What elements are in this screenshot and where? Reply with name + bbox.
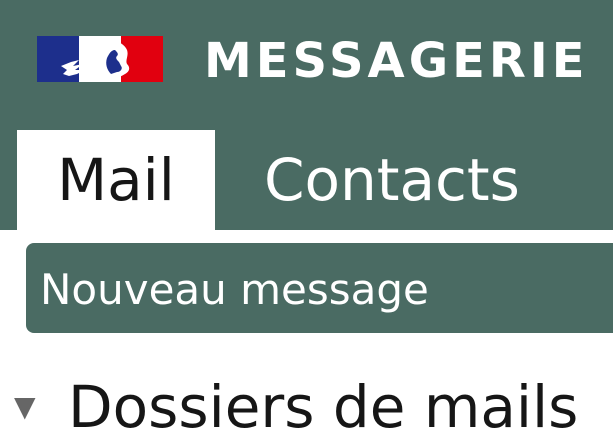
app-title: MESSAGERIE <box>204 33 589 89</box>
mail-folders-label: Dossiers de mails <box>68 373 579 441</box>
tab-contacts[interactable]: Contacts <box>264 130 520 230</box>
triangle-down-icon[interactable]: ▼ <box>14 372 64 442</box>
new-message-button[interactable]: Nouveau message <box>26 243 613 333</box>
mail-folders-toggle[interactable]: ▼ Dossiers de mails <box>14 372 578 442</box>
marianne-logo-icon <box>37 36 163 82</box>
tab-mail[interactable]: Mail <box>17 130 215 230</box>
